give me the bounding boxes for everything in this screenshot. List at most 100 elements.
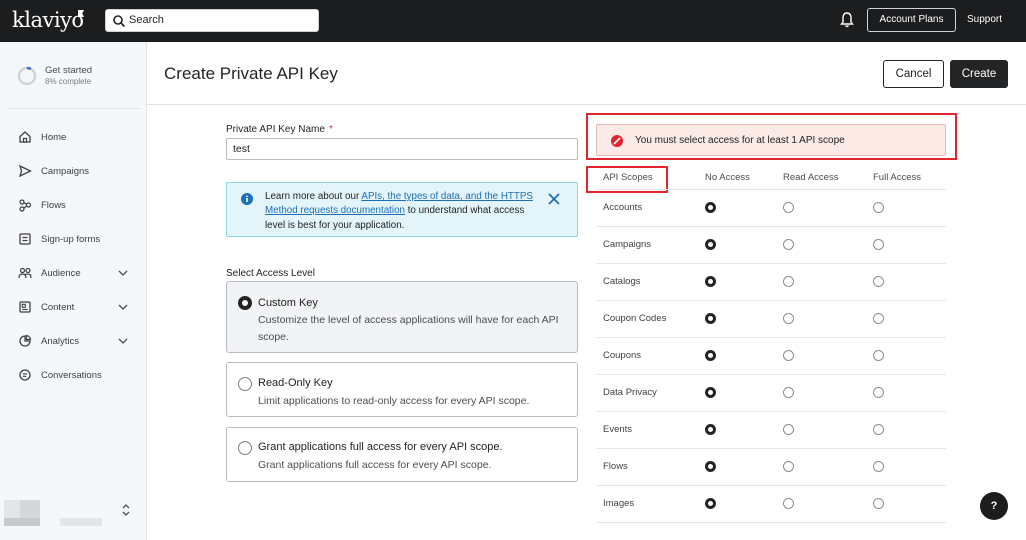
row-divider: [596, 411, 946, 412]
scope-radio-read-access[interactable]: [783, 239, 794, 250]
scope-name: Catalogs: [603, 276, 641, 287]
error-icon: [611, 135, 623, 147]
chevron-updown-icon[interactable]: [120, 502, 132, 518]
row-divider: [596, 485, 946, 486]
get-started-title: Get started: [45, 65, 92, 76]
bell-icon[interactable]: [839, 11, 855, 29]
get-started-widget[interactable]: Get started 8% complete: [0, 42, 147, 108]
sidebar-item-audience[interactable]: Audience: [0, 260, 147, 288]
scope-radio-full-access[interactable]: [873, 498, 884, 509]
radio-button[interactable]: [238, 377, 252, 391]
row-divider: [596, 226, 946, 227]
scope-name: Coupons: [603, 350, 642, 361]
header-divider: [147, 104, 1026, 105]
sidebar-item-label: Audience: [41, 268, 81, 279]
scope-radio-no-access[interactable]: [705, 424, 716, 435]
scope-radio-full-access[interactable]: [873, 276, 884, 287]
sidebar-item-analytics[interactable]: Analytics: [0, 328, 147, 356]
column-header-scopes: API Scopes: [603, 172, 653, 183]
scope-radio-no-access[interactable]: [705, 498, 716, 509]
sidebar-item-label: Content: [41, 302, 75, 313]
row-divider: [596, 522, 946, 523]
scope-radio-read-access[interactable]: [783, 424, 794, 435]
option-title: Custom Key: [258, 297, 318, 309]
search-placeholder: Search: [129, 14, 164, 26]
scope-radio-no-access[interactable]: [705, 276, 716, 287]
audience-icon: [18, 267, 32, 279]
scope-radio-no-access[interactable]: [705, 350, 716, 361]
scope-radio-read-access[interactable]: [783, 350, 794, 361]
sidebar-item-signup-forms[interactable]: Sign-up forms: [0, 226, 147, 254]
row-divider: [596, 263, 946, 264]
sidebar-item-home[interactable]: Home: [0, 124, 147, 152]
scope-radio-full-access[interactable]: [873, 387, 884, 398]
scope-radio-full-access[interactable]: [873, 461, 884, 472]
search-icon: [113, 15, 126, 28]
scope-radio-full-access[interactable]: [873, 424, 884, 435]
form-icon: [19, 233, 31, 245]
sidebar-divider: [8, 108, 140, 109]
key-name-input[interactable]: test: [226, 138, 578, 160]
radio-button[interactable]: [238, 441, 252, 455]
chevron-down-icon[interactable]: [117, 301, 129, 313]
scope-radio-read-access[interactable]: [783, 313, 794, 324]
klaviyo-logo[interactable]: klaviyo: [12, 8, 84, 32]
chevron-down-icon[interactable]: [117, 267, 129, 279]
create-button[interactable]: Create: [950, 60, 1008, 88]
help-button[interactable]: ?: [980, 492, 1008, 520]
sidebar-item-content[interactable]: Content: [0, 294, 147, 322]
info-banner: Learn more about our APIs, the types of …: [226, 182, 578, 237]
access-option-custom[interactable]: Custom Key Customize the level of access…: [226, 281, 578, 353]
scope-radio-no-access[interactable]: [705, 461, 716, 472]
close-icon[interactable]: [547, 192, 561, 206]
analytics-icon: [19, 334, 32, 347]
scope-radio-full-access[interactable]: [873, 350, 884, 361]
row-divider: [596, 337, 946, 338]
access-option-full[interactable]: Grant applications full access for every…: [226, 427, 578, 482]
option-title: Grant applications full access for every…: [258, 441, 503, 453]
account-avatar-detail: [4, 518, 40, 526]
row-divider: [596, 189, 946, 190]
scope-radio-no-access[interactable]: [705, 202, 716, 213]
scope-name: Data Privacy: [603, 387, 657, 398]
scope-radio-no-access[interactable]: [705, 387, 716, 398]
account-switcher[interactable]: [0, 498, 147, 540]
scope-radio-full-access[interactable]: [873, 202, 884, 213]
sidebar-item-flows[interactable]: Flows: [0, 192, 147, 220]
scope-name: Accounts: [603, 202, 643, 213]
error-banner: You must select access for at least 1 AP…: [596, 124, 946, 156]
cancel-button[interactable]: Cancel: [883, 60, 944, 88]
scope-name: Coupon Codes: [603, 313, 667, 324]
scope-radio-read-access[interactable]: [783, 202, 794, 213]
scope-radio-read-access[interactable]: [783, 387, 794, 398]
key-name-label: Private API Key Name *: [226, 124, 333, 135]
option-title: Read-Only Key: [258, 377, 333, 389]
support-link[interactable]: Support: [967, 14, 1002, 25]
info-icon: [241, 193, 253, 205]
access-option-read-only[interactable]: Read-Only Key Limit applications to read…: [226, 362, 578, 417]
info-banner-text: Learn more about our APIs, the types of …: [265, 191, 533, 231]
search-input[interactable]: Search: [105, 9, 319, 32]
scope-radio-full-access[interactable]: [873, 239, 884, 250]
scope-radio-no-access[interactable]: [705, 239, 716, 250]
account-plans-button[interactable]: Account Plans: [867, 8, 956, 32]
required-mark: *: [328, 124, 333, 135]
access-level-label: Select Access Level: [226, 268, 315, 279]
sidebar-item-label: Home: [41, 132, 67, 143]
scope-radio-read-access[interactable]: [783, 276, 794, 287]
sidebar-item-conversations[interactable]: Conversations: [0, 362, 147, 390]
error-message: You must select access for at least 1 AP…: [635, 135, 845, 146]
chevron-down-icon[interactable]: [117, 335, 129, 347]
sidebar-item-campaigns[interactable]: Campaigns: [0, 158, 147, 186]
scope-radio-full-access[interactable]: [873, 313, 884, 324]
scope-radio-read-access[interactable]: [783, 461, 794, 472]
flows-icon: [19, 199, 32, 212]
row-divider: [596, 448, 946, 449]
scope-radio-no-access[interactable]: [705, 313, 716, 324]
scope-name: Events: [603, 424, 633, 435]
radio-button[interactable]: [238, 296, 252, 310]
scope-name: Campaigns: [603, 239, 652, 250]
scope-radio-read-access[interactable]: [783, 498, 794, 509]
page-title: Create Private API Key: [164, 64, 338, 83]
sidebar-item-label: Campaigns: [41, 166, 90, 177]
